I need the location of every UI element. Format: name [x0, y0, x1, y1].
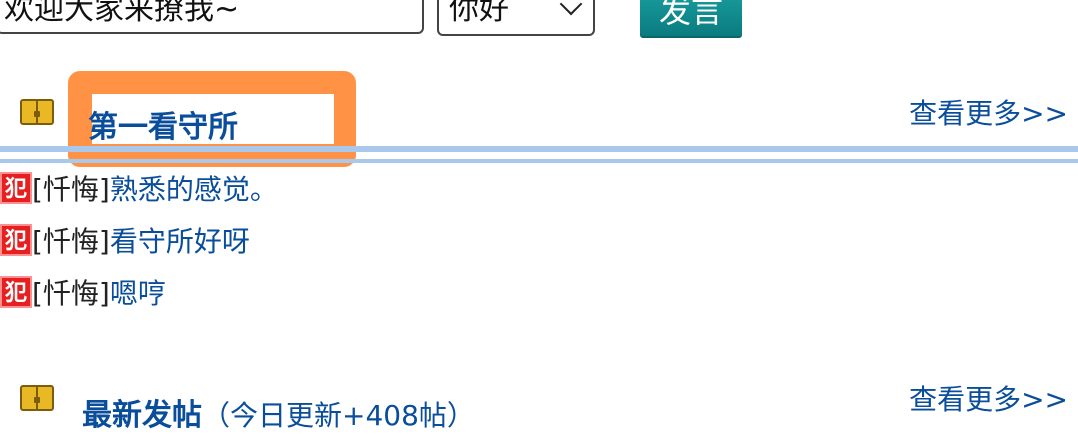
list-item[interactable]: 犯 [忏悔]看守所好呀: [0, 222, 250, 262]
section-title-latest[interactable]: 最新发帖（今日更新+408帖）: [82, 390, 475, 434]
list-item[interactable]: 犯 [忏悔]熟悉的感觉。: [0, 170, 278, 210]
crime-tag-icon: 犯: [0, 224, 32, 256]
section-subtitle-today: （今日更新+408帖）: [202, 399, 475, 432]
section-title-latest-label: 最新发帖: [82, 398, 202, 433]
crime-tag-icon: 犯: [0, 276, 32, 308]
send-button[interactable]: 发言: [640, 0, 742, 38]
post-title-link[interactable]: 看守所好呀: [110, 225, 250, 258]
post-category: [忏悔]: [32, 277, 110, 310]
post-title-link[interactable]: 熟悉的感觉。: [110, 173, 278, 206]
book-icon: [20, 99, 54, 125]
section-divider: [0, 146, 1078, 152]
more-link-jail[interactable]: 查看更多>>: [909, 92, 1068, 132]
post-title-link[interactable]: 嗯哼: [110, 277, 166, 310]
section-divider-thin: [0, 159, 1078, 163]
section-title-jail[interactable]: 第一看守所: [88, 102, 238, 146]
greeting-select-value: 你好: [449, 0, 509, 27]
post-category: [忏悔]: [32, 225, 110, 258]
crime-tag-icon: 犯: [0, 172, 32, 204]
post-category: [忏悔]: [32, 173, 110, 206]
book-icon: [20, 385, 54, 411]
greeting-select[interactable]: 你好: [437, 0, 595, 36]
more-link-latest[interactable]: 查看更多>>: [909, 378, 1068, 418]
list-item[interactable]: 犯 [忏悔]嗯哼: [0, 274, 166, 314]
chevron-down-icon: [559, 0, 583, 16]
message-input[interactable]: 欢迎大家来撩我~: [0, 0, 424, 34]
